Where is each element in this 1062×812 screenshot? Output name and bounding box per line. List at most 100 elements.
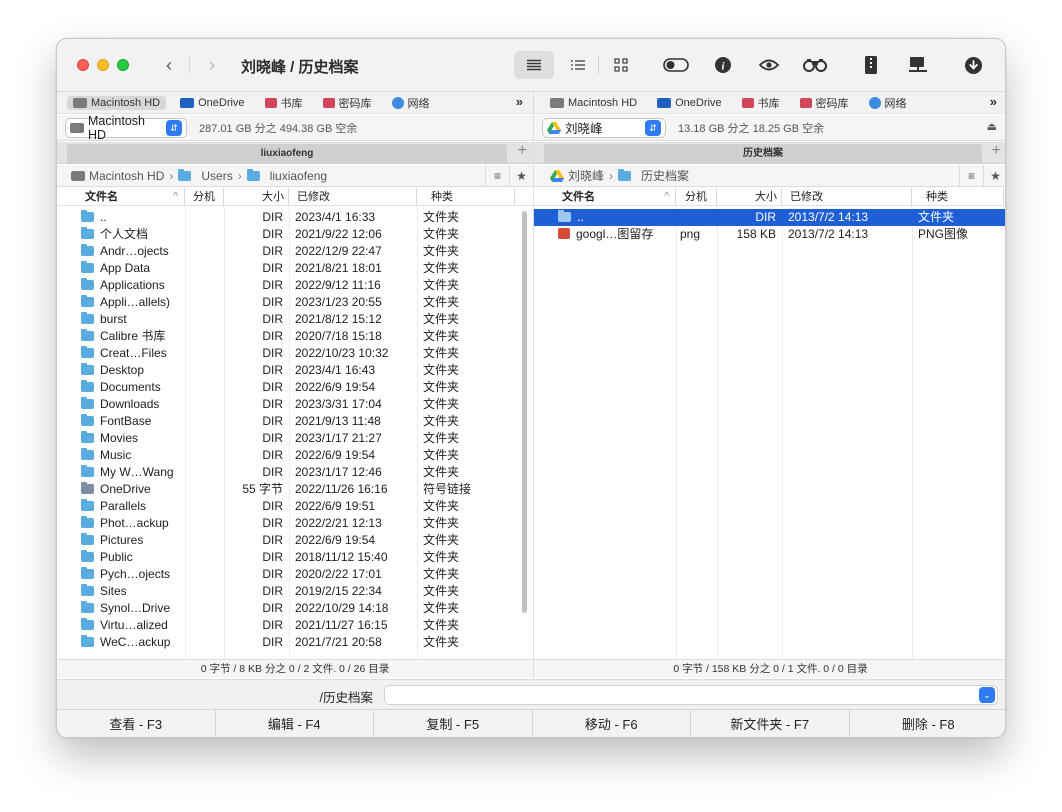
volume-3[interactable]: 密码库 [794, 94, 855, 112]
tab-liuxiaofeng[interactable]: liuxiaofeng [67, 144, 507, 164]
file-row[interactable]: Movies DIR 2023/1/17 21:27 文件夹 [57, 430, 533, 447]
volume-2[interactable]: 书库 [736, 94, 786, 112]
volume-4[interactable]: 网络 [386, 94, 436, 112]
fkey-button-6[interactable]: 移动 - F6 [533, 710, 691, 737]
breadcrumb-item[interactable]: 历史档案 [618, 167, 689, 184]
forward-button[interactable]: › [202, 55, 222, 75]
column-header-size[interactable]: 大小 [717, 188, 782, 206]
breadcrumb-item[interactable]: Users [178, 168, 233, 183]
chevron-down-icon[interactable]: ⌄ [979, 687, 995, 703]
connect-server-button[interactable] [905, 54, 931, 76]
grid-view-button[interactable] [608, 54, 634, 76]
column-header-size[interactable]: 大小 [224, 188, 289, 206]
file-row[interactable]: OneDrive 55 字节 2022/11/26 16:16 符号链接 [57, 481, 533, 498]
more-volumes-button[interactable]: » [990, 94, 997, 109]
drive-select-value: 刘晓峰 [565, 122, 603, 136]
globe-icon [391, 96, 404, 109]
file-row[interactable]: Calibre 书库 DIR 2020/7/18 15:18 文件夹 [57, 328, 533, 345]
file-row[interactable]: Andr…ojects DIR 2022/12/9 22:47 文件夹 [57, 243, 533, 260]
quick-look-button[interactable] [756, 54, 782, 76]
archive-button[interactable] [858, 54, 884, 76]
alias-folder-icon [81, 482, 94, 494]
cell-ext [185, 498, 224, 515]
drive-select[interactable]: 刘晓峰 ⇵ [542, 117, 666, 138]
breadcrumb-item[interactable]: liuxiaofeng [246, 168, 327, 183]
file-row[interactable]: Parallels DIR 2022/6/9 19:51 文件夹 [57, 498, 533, 515]
column-header-ext[interactable]: 分机 [676, 188, 717, 206]
file-row[interactable]: Synol…Drive DIR 2022/10/29 14:18 文件夹 [57, 600, 533, 617]
column-header-name[interactable]: 文件名 ^ [544, 188, 676, 206]
fkey-button-4[interactable]: 编辑 - F4 [216, 710, 374, 737]
file-row[interactable]: FontBase DIR 2021/9/13 11:48 文件夹 [57, 413, 533, 430]
size-text: DIR [262, 635, 283, 649]
file-row[interactable]: Appli…allels) DIR 2023/1/23 20:55 文件夹 [57, 294, 533, 311]
column-header-kind[interactable]: 种类 [417, 188, 515, 206]
breadcrumb-tools: ≡ ★ [485, 165, 533, 187]
volume-2[interactable]: 书库 [259, 94, 309, 112]
volume-1[interactable]: OneDrive [174, 96, 250, 110]
search-button[interactable] [802, 54, 828, 76]
back-button[interactable]: ‹ [159, 55, 179, 75]
file-row[interactable]: WeC…ackup DIR 2021/7/21 20:58 文件夹 [57, 634, 533, 651]
file-row[interactable]: Pych…ojects DIR 2020/2/22 17:01 文件夹 [57, 566, 533, 583]
file-row[interactable]: burst DIR 2021/8/12 15:12 文件夹 [57, 311, 533, 328]
modified-text: 2021/7/21 20:58 [295, 635, 382, 649]
fkey-button-3[interactable]: 查看 - F3 [57, 710, 216, 737]
file-row[interactable]: googl…图留存 png 158 KB 2013/7/2 14:13 PNG图像 [534, 226, 1005, 243]
left-scrollbar[interactable] [522, 211, 527, 613]
file-row[interactable]: Downloads DIR 2023/3/31 17:04 文件夹 [57, 396, 533, 413]
modified-text: 2019/2/15 22:34 [295, 584, 382, 598]
breadcrumb-item[interactable]: 刘晓峰 [550, 167, 604, 184]
info-button[interactable]: i [710, 54, 736, 76]
file-row[interactable]: My W…Wang DIR 2023/1/17 12:46 文件夹 [57, 464, 533, 481]
file-row[interactable]: Creat…Files DIR 2022/10/23 10:32 文件夹 [57, 345, 533, 362]
column-header-ext[interactable]: 分机 [185, 188, 224, 206]
more-volumes-button[interactable]: » [516, 94, 523, 109]
list-view-button[interactable] [514, 51, 554, 79]
file-row[interactable]: App Data DIR 2021/8/21 18:01 文件夹 [57, 260, 533, 277]
fkey-button-5[interactable]: 复制 - F5 [374, 710, 533, 737]
column-header-modified[interactable]: 已修改 [289, 188, 417, 206]
detail-view-button[interactable] [565, 54, 591, 76]
command-line-input[interactable]: ⌄ [384, 685, 998, 705]
file-row[interactable]: Desktop DIR 2023/4/1 16:43 文件夹 [57, 362, 533, 379]
column-header-kind[interactable]: 种类 [912, 188, 1004, 206]
file-row[interactable]: .. DIR 2013/7/2 14:13 文件夹 [534, 209, 1005, 226]
file-row[interactable]: Sites DIR 2019/2/15 22:34 文件夹 [57, 583, 533, 600]
column-header-name[interactable]: 文件名 ^ [67, 188, 185, 206]
file-row[interactable]: Applications DIR 2022/9/12 11:16 文件夹 [57, 277, 533, 294]
volume-1[interactable]: OneDrive [651, 96, 727, 110]
column-header-modified[interactable]: 已修改 [782, 188, 912, 206]
volume-3[interactable]: 密码库 [317, 94, 378, 112]
file-row[interactable]: Music DIR 2022/6/9 19:54 文件夹 [57, 447, 533, 464]
left-file-list[interactable]: .. DIR 2023/4/1 16:33 文件夹 个人文档 DIR 2021/9/22 1… [57, 207, 533, 659]
new-tab-button[interactable]: + [992, 142, 1001, 160]
fkey-button-8[interactable]: 删除 - F8 [850, 710, 1006, 737]
drive-select[interactable]: Macintosh HD ⇵ [65, 114, 187, 142]
eject-icon[interactable]: ⏏ [987, 120, 997, 133]
list-menu-button[interactable]: ≡ [959, 165, 983, 187]
file-row[interactable]: Phot…ackup DIR 2022/2/21 12:13 文件夹 [57, 515, 533, 532]
new-tab-button[interactable]: + [518, 142, 527, 160]
file-row[interactable]: 个人文档 DIR 2021/9/22 12:06 文件夹 [57, 226, 533, 243]
file-row[interactable]: Documents DIR 2022/6/9 19:54 文件夹 [57, 379, 533, 396]
hidden-files-toggle[interactable] [663, 54, 689, 76]
tab-history-archive[interactable]: 历史档案 [544, 144, 982, 164]
volume-4[interactable]: 网络 [863, 94, 913, 112]
volume-0[interactable]: Macintosh HD [544, 96, 643, 110]
file-row[interactable]: Pictures DIR 2022/6/9 19:54 文件夹 [57, 532, 533, 549]
fkey-button-7[interactable]: 新文件夹 - F7 [691, 710, 850, 737]
breadcrumb-item[interactable]: Macintosh HD [71, 169, 164, 183]
file-row[interactable]: Virtu…alized DIR 2021/11/27 16:15 文件夹 [57, 617, 533, 634]
file-row[interactable]: Public DIR 2018/11/12 15:40 文件夹 [57, 549, 533, 566]
minimize-window-button[interactable] [97, 59, 109, 71]
volume-0[interactable]: Macintosh HD [67, 95, 167, 110]
right-file-list[interactable]: .. DIR 2013/7/2 14:13 文件夹 googl…图留存 png 158 KB… [533, 207, 1005, 659]
zoom-window-button[interactable] [117, 59, 129, 71]
downloads-button[interactable] [960, 54, 986, 76]
file-row[interactable]: .. DIR 2023/4/1 16:33 文件夹 [57, 209, 533, 226]
favorites-star-button[interactable]: ★ [509, 165, 533, 187]
close-window-button[interactable] [77, 59, 89, 71]
list-menu-button[interactable]: ≡ [485, 165, 509, 187]
favorites-star-button[interactable]: ★ [983, 165, 1005, 187]
